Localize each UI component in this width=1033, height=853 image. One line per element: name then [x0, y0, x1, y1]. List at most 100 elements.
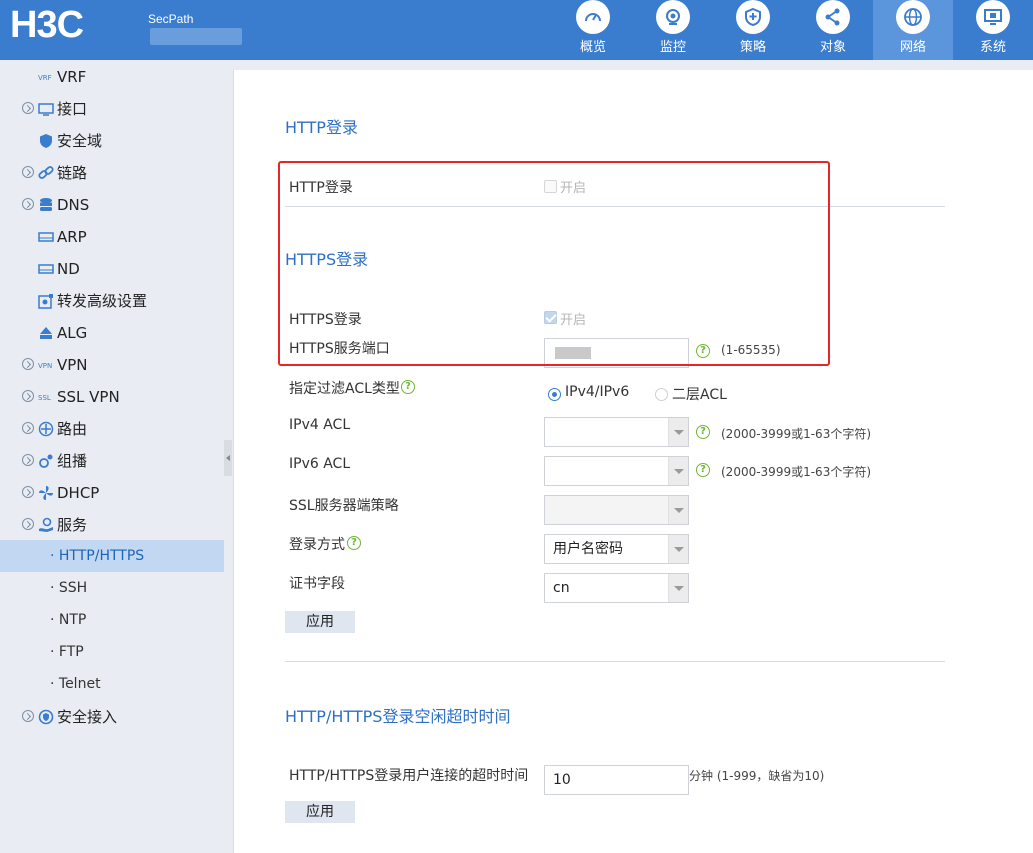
sidebar-item-forwarding[interactable]: 转发高级设置 — [0, 285, 224, 317]
top-bar: H3C SecPath 概览 监控 策略 对象 网络 系统 — [0, 0, 1033, 60]
main-nav: 概览 监控 策略 对象 网络 系统 — [553, 0, 1033, 60]
sidebar-item-routing[interactable]: 路由 — [0, 413, 224, 445]
device-name-redacted — [150, 28, 242, 45]
shield-icon — [745, 7, 761, 27]
expand-icon[interactable] — [22, 102, 34, 114]
route-icon — [38, 421, 54, 437]
svg-text:VPN: VPN — [38, 362, 52, 370]
expand-icon[interactable] — [22, 390, 34, 402]
cert-field-select[interactable]: cn — [544, 573, 689, 603]
chevron-down-icon — [668, 496, 688, 524]
chevron-down-icon — [668, 457, 688, 485]
acl-type-l2-radio[interactable] — [655, 388, 668, 401]
sidebar-item-interface[interactable]: 接口 — [0, 93, 224, 125]
sidebar-item-dhcp[interactable]: DHCP — [0, 477, 224, 509]
svg-text:VRF: VRF — [38, 74, 52, 82]
cert-field-value: cn — [553, 580, 570, 596]
gauge-icon — [585, 13, 601, 22]
sidebar-item-vrf[interactable]: VRF VRF — [0, 61, 224, 93]
nav-system[interactable]: 系统 — [953, 0, 1033, 60]
sidebar-item-dns[interactable]: DNS — [0, 189, 224, 221]
product-name: SecPath — [148, 12, 194, 26]
sidebar-item-multicast[interactable]: 组播 — [0, 445, 224, 477]
sidebar-item-arp[interactable]: ARP — [0, 221, 224, 253]
ssl-vpn-icon: SSL — [38, 394, 51, 402]
help-icon[interactable]: ? — [401, 380, 415, 394]
chevron-down-icon — [668, 574, 688, 602]
svg-text:SSL: SSL — [38, 394, 51, 402]
settings-icon — [38, 294, 53, 309]
https-apply-button[interactable]: 应用 — [285, 611, 355, 633]
login-method-value: 用户名密码 — [553, 541, 623, 557]
timeout-hint: 分钟 (1-999，缺省为10) — [689, 769, 825, 783]
ipv6-acl-label: IPv6 ACL — [289, 456, 351, 472]
ipv4-acl-label: IPv4 ACL — [289, 417, 351, 433]
camera-icon — [666, 9, 680, 25]
nav-network[interactable]: 网络 — [873, 0, 953, 60]
sidebar-item-link[interactable]: 链路 — [0, 157, 224, 189]
content-panel: HTTP登录 HTTP登录 开启 HTTPS登录 HTTPS登录 开启 HTTP… — [233, 70, 1033, 853]
acl-type-l2-label: 二层ACL — [672, 387, 727, 403]
ssl-policy-select[interactable] — [544, 495, 689, 525]
nav-object[interactable]: 对象 — [793, 0, 873, 60]
shield-icon — [40, 134, 52, 148]
help-icon[interactable]: ? — [696, 463, 710, 477]
ipv6-acl-select[interactable] — [544, 456, 689, 486]
nd-icon — [38, 264, 54, 274]
sidebar-collapse-handle[interactable] — [224, 440, 232, 476]
sidebar-item-secure-access[interactable]: 安全接入 — [0, 701, 224, 733]
expand-icon[interactable] — [22, 454, 34, 466]
cert-field-label: 证书字段 — [289, 576, 345, 592]
sidebar-item-http-https[interactable]: · HTTP/HTTPS — [0, 540, 224, 572]
help-icon[interactable]: ? — [696, 425, 710, 439]
expand-icon[interactable] — [22, 518, 34, 530]
secure-access-icon — [38, 709, 54, 725]
alg-icon — [40, 327, 52, 339]
sidebar: VRF VRF 接口 安全域 链路 DNS ARP ND 转发高级设置 ALG … — [0, 60, 224, 853]
section-title-timeout: HTTP/HTTPS登录空闲超时时间 — [285, 707, 511, 726]
nav-monitor[interactable]: 监控 — [633, 0, 713, 60]
expand-icon[interactable] — [22, 486, 34, 498]
sidebar-item-ftp[interactable]: · FTP — [0, 636, 224, 668]
interface-icon — [38, 103, 54, 116]
acl-type-ipv4v6-radio[interactable] — [548, 388, 561, 401]
login-method-select[interactable]: 用户名密码 — [544, 534, 689, 564]
expand-icon[interactable] — [22, 422, 34, 434]
sidebar-item-ssh[interactable]: · SSH — [0, 572, 224, 604]
chevron-down-icon — [668, 418, 688, 446]
vpn-icon: VPN — [38, 362, 52, 370]
link-icon — [38, 166, 54, 179]
h3c-logo: H3C — [10, 4, 84, 46]
highlight-box — [278, 161, 830, 366]
sidebar-item-security-zone[interactable]: 安全域 — [0, 125, 224, 157]
ipv4-acl-select[interactable] — [544, 417, 689, 447]
globe-icon — [904, 8, 922, 26]
sidebar-item-ssl-vpn[interactable]: SSL SSL VPN — [0, 381, 224, 413]
service-icon — [39, 517, 53, 532]
acl-type-ipv4v6-label: IPv4/IPv6 — [565, 384, 630, 400]
expand-icon[interactable] — [22, 710, 34, 722]
sidebar-item-vpn[interactable]: VPN VPN — [0, 349, 224, 381]
sidebar-item-alg[interactable]: ALG — [0, 317, 224, 349]
sidebar-item-service[interactable]: 服务 — [0, 509, 224, 541]
timeout-apply-button[interactable]: 应用 — [285, 801, 355, 823]
expand-icon[interactable] — [22, 198, 34, 210]
divider — [285, 661, 945, 662]
share-icon — [825, 8, 840, 26]
expand-icon[interactable] — [22, 358, 34, 370]
nav-policy[interactable]: 策略 — [713, 0, 793, 60]
ipv6-acl-hint: (2000-3999或1-63个字符) — [721, 465, 872, 479]
arp-icon — [38, 232, 54, 242]
acl-type-label: 指定过滤ACL类型 — [289, 381, 400, 397]
sidebar-item-nd[interactable]: ND — [0, 253, 224, 285]
sidebar-item-ntp[interactable]: · NTP — [0, 604, 224, 636]
timeout-input[interactable]: 10 — [544, 765, 689, 795]
expand-icon[interactable] — [22, 166, 34, 178]
ipv4-acl-hint: (2000-3999或1-63个字符) — [721, 427, 872, 441]
vrf-icon: VRF — [38, 74, 52, 82]
help-icon[interactable]: ? — [347, 536, 361, 550]
section-title-http: HTTP登录 — [285, 118, 358, 137]
sidebar-item-telnet[interactable]: · Telnet — [0, 668, 224, 700]
multicast-icon — [39, 454, 53, 468]
nav-overview[interactable]: 概览 — [553, 0, 633, 60]
